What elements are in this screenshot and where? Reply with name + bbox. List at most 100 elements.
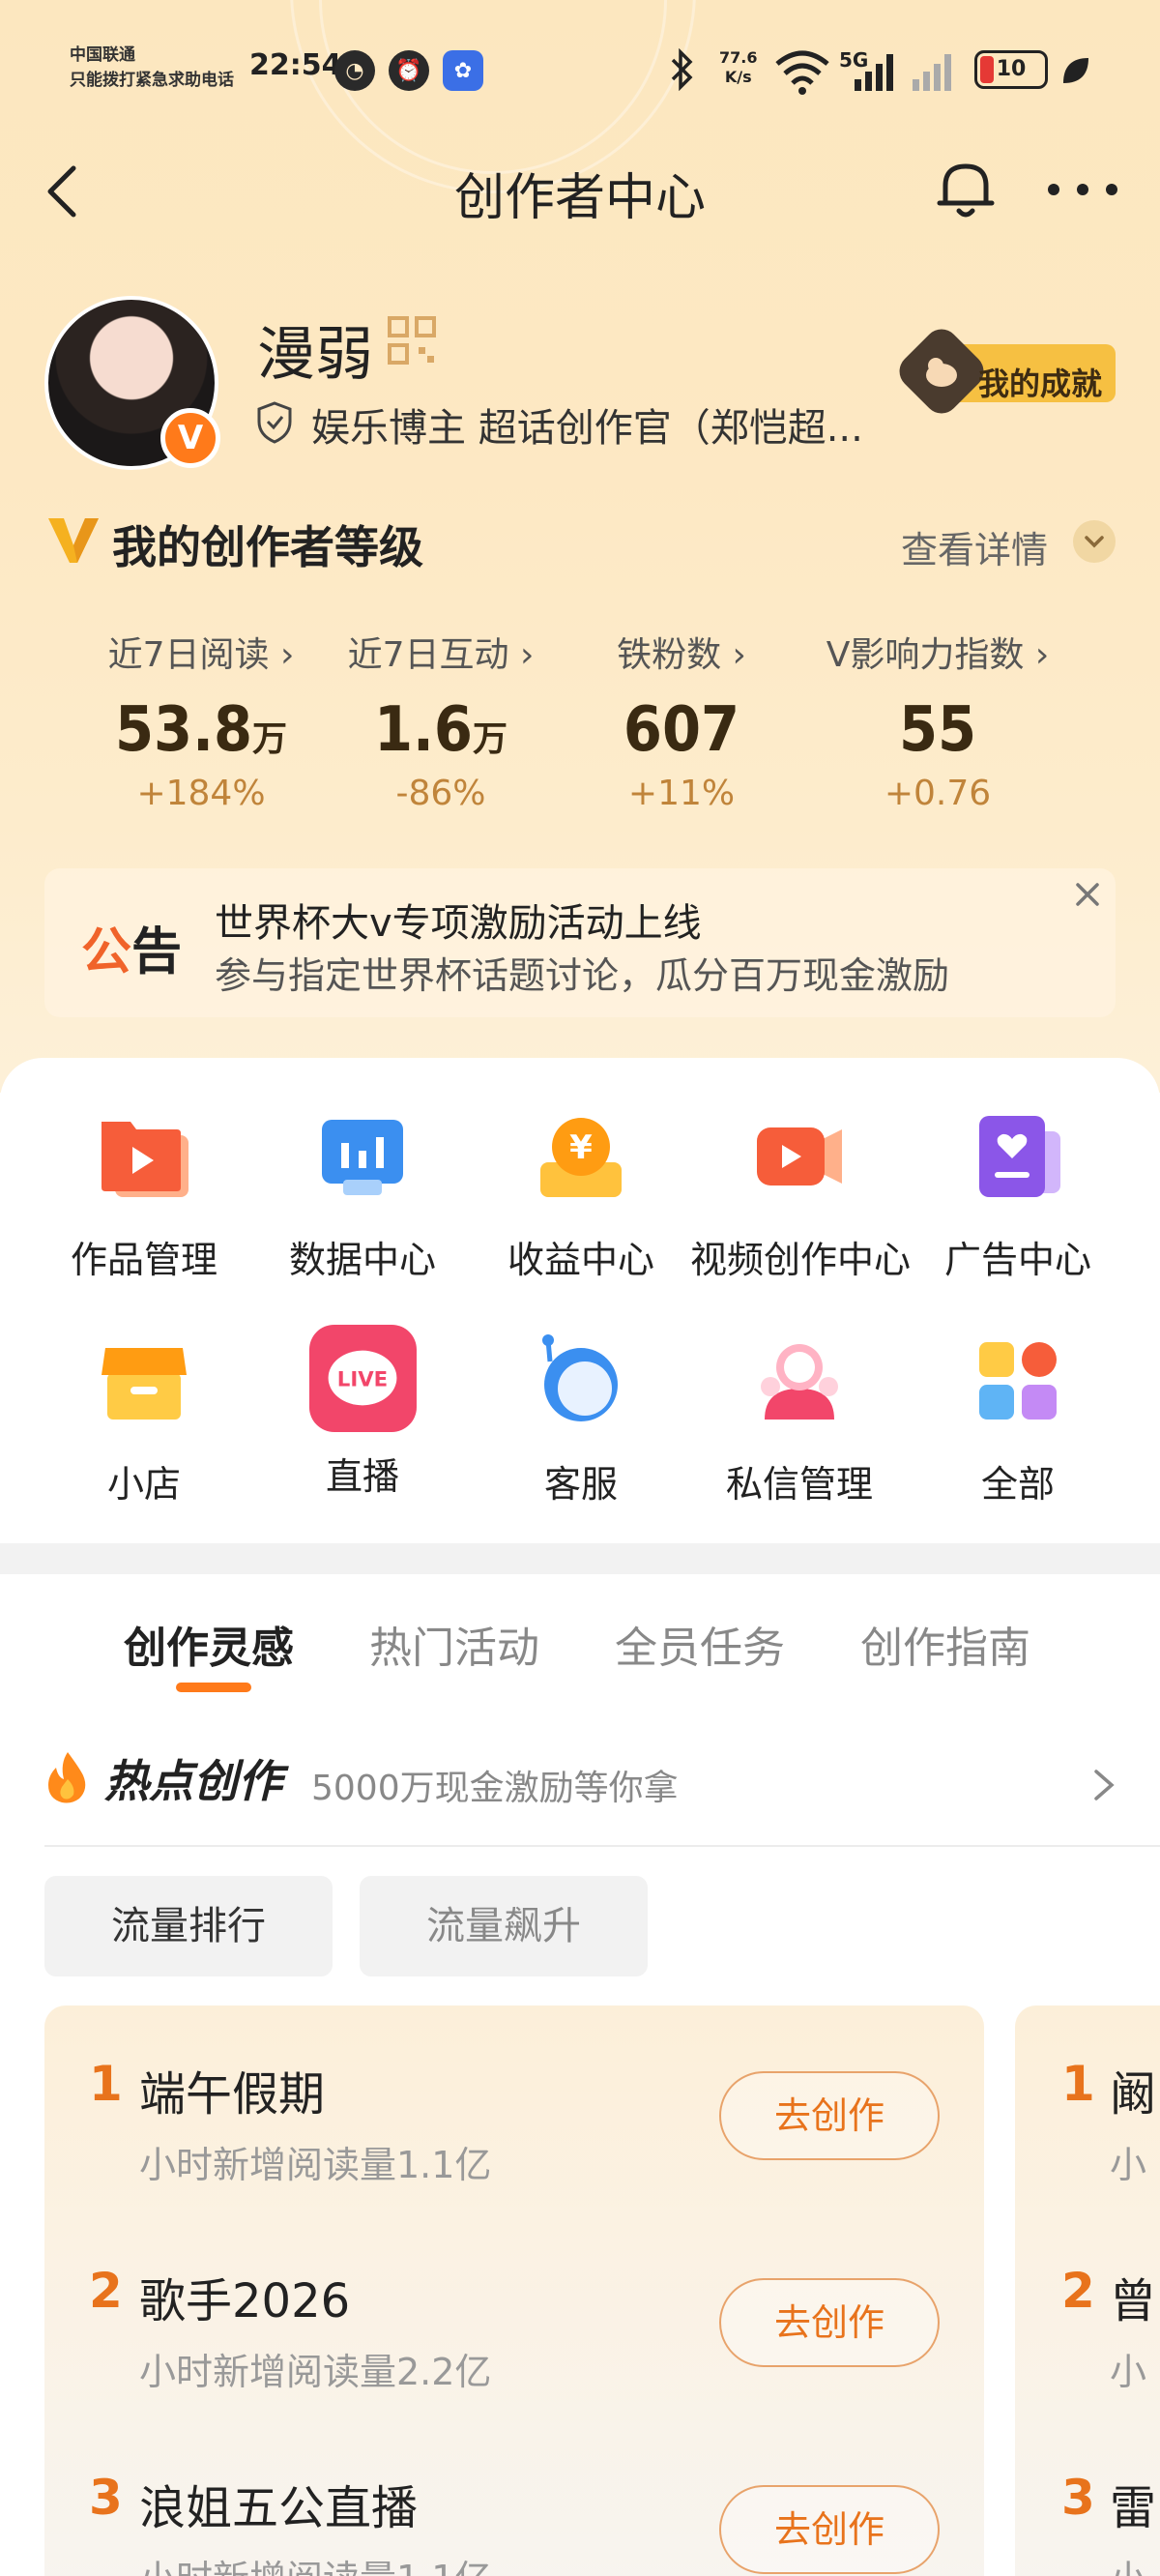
rank-number: 3 <box>1061 2470 1095 2526</box>
net-speed: 77.6 K/s <box>719 48 758 86</box>
announcement-title: 世界杯大v专项激励活动上线 <box>215 901 702 946</box>
hot-creation-title: 热点创作 <box>104 1755 282 1807</box>
tool-message-management[interactable]: 私信管理 <box>690 1332 909 1508</box>
tool-video-creation-center[interactable]: 视频创作中心 <box>690 1108 911 1283</box>
battery-level: 10 <box>996 57 1027 81</box>
headset-icon <box>542 1334 618 1421</box>
tab-all-member-tasks[interactable]: 全员任务 <box>615 1613 785 1675</box>
shield-icon <box>257 401 292 444</box>
more-options-icon[interactable] <box>1044 180 1121 199</box>
carrier-name: 中国联通 <box>70 45 135 65</box>
tool-works-management[interactable]: 作品管理 <box>35 1108 253 1283</box>
rank-number: 2 <box>89 2263 123 2319</box>
rank-topic-stats: 小时新增阅读量2.2亿 <box>139 2351 492 2393</box>
close-icon[interactable] <box>1073 880 1102 909</box>
tool-shop[interactable]: 小店 <box>35 1332 253 1508</box>
rank-topic-stats: 小时新增阅读量1.1亿 <box>139 2144 492 2186</box>
bell-icon[interactable] <box>934 155 998 222</box>
view-details-link[interactable]: 查看详情 <box>901 520 1048 573</box>
fire-icon <box>48 1752 86 1803</box>
tool-all[interactable]: 全部 <box>909 1332 1127 1508</box>
chip-traffic-surge[interactable]: 流量飙升 <box>360 1876 648 1976</box>
chevron-right-icon[interactable] <box>1090 1766 1117 1804</box>
alarm-icon: ⏰ <box>389 50 429 91</box>
rank-topic-title[interactable]: 浪姐五公直播 <box>139 2470 418 2537</box>
divider <box>44 1845 1160 1847</box>
tab-hot-activities[interactable]: 热门活动 <box>369 1613 539 1675</box>
stat-change: +11% <box>627 774 736 813</box>
user-tags[interactable]: 娱乐博主 超话创作官（郑恺超... <box>311 396 863 453</box>
status-time: 22:54 <box>249 48 342 82</box>
tool-revenue-center[interactable]: ¥ 收益中心 <box>472 1108 690 1283</box>
tool-ad-center[interactable]: 广告中心 <box>909 1108 1127 1283</box>
announcement-tag: 公告 <box>81 923 183 981</box>
rank-topic-title[interactable]: 雷 <box>1110 2470 1156 2537</box>
rank-number: 3 <box>89 2470 123 2526</box>
chip-traffic-ranking[interactable]: 流量排行 <box>44 1876 333 1976</box>
shop-icon <box>102 1348 187 1420</box>
chevron-right-icon: › <box>279 635 295 675</box>
username[interactable]: 漫弱 <box>257 307 373 392</box>
carrier-info: 中国联通 只能拨打紧急求助电话 <box>70 43 234 93</box>
play-folder-icon <box>102 1122 188 1197</box>
achievement-label: 我的成就 <box>978 366 1103 402</box>
stat-change: +184% <box>136 774 266 813</box>
stat-influence-index[interactable]: V影响力指数 › 55 +0.76 <box>802 627 1073 813</box>
verified-badge: V <box>160 408 220 468</box>
user-chat-icon <box>761 1344 838 1420</box>
grid-apps-icon <box>979 1342 1057 1420</box>
app-badge-icon: ✿ <box>443 50 483 91</box>
stat-change: -86% <box>395 774 486 813</box>
tab-creative-inspiration[interactable]: 创作灵感 <box>124 1613 294 1675</box>
battery-icon: 10 <box>974 50 1048 89</box>
creator-level-title: 我的创作者等级 <box>112 521 423 573</box>
stat-change: +0.76 <box>884 774 992 813</box>
tool-data-center[interactable]: 数据中心 <box>253 1108 472 1283</box>
rank-topic-title[interactable]: 端午假期 <box>139 2056 325 2123</box>
stat-weekly-interactions[interactable]: 近7日互动 › 1.6万 -86% <box>325 627 557 813</box>
rank-topic-stats: 小 <box>1110 2144 1147 2186</box>
go-create-button[interactable]: 去创作 <box>719 2278 940 2367</box>
wifi-icon <box>775 50 829 95</box>
qr-code-icon[interactable] <box>387 315 437 366</box>
section-divider <box>0 1543 1160 1574</box>
chevron-right-icon: › <box>732 635 746 675</box>
tool-customer-service[interactable]: 客服 <box>472 1332 690 1508</box>
live-icon: LIVE <box>308 1324 417 1432</box>
app-notification-icon: ◔ <box>334 50 375 91</box>
rank-topic-title[interactable]: 阚 <box>1110 2056 1156 2123</box>
rank-topic-stats: 小 <box>1110 2549 1146 2576</box>
signal-bars-icon <box>855 54 893 91</box>
signal-bars-empty-icon <box>913 54 951 91</box>
rank-topic-stats: 小 <box>1110 2351 1147 2393</box>
bluetooth-icon <box>671 48 693 91</box>
stat-iron-fans[interactable]: 铁粉数 › 607 +11% <box>570 627 793 813</box>
rank-topic-title[interactable]: 曾 <box>1110 2263 1156 2330</box>
hot-creation-subtitle: 5000万现金激励等你拿 <box>311 1769 679 1808</box>
coin-icon: ¥ <box>540 1118 622 1197</box>
announcement-subtitle: 参与指定世界杯话题讨论，瓜分百万现金激励 <box>215 954 950 997</box>
leaf-icon <box>1063 58 1088 83</box>
rank-number: 1 <box>89 2056 123 2112</box>
chart-monitor-icon <box>322 1120 403 1195</box>
stat-weekly-reads[interactable]: 近7日阅读 › 53.8万 +184% <box>85 627 317 813</box>
tab-creation-guide[interactable]: 创作指南 <box>860 1613 1030 1675</box>
go-create-button[interactable]: 去创作 <box>719 2485 940 2574</box>
rank-topic-title[interactable]: 歌手2026 <box>139 2263 350 2330</box>
creator-level-v-icon <box>48 518 99 563</box>
chevron-right-icon: › <box>519 635 535 675</box>
tool-live[interactable]: LIVE 直播 <box>253 1324 472 1500</box>
video-camera-icon <box>757 1127 842 1186</box>
active-tab-indicator <box>176 1683 251 1692</box>
rank-topic-stats: 小时新增阅读量1.1亿 <box>139 2549 491 2576</box>
yuan-symbol: ¥ <box>569 1128 593 1167</box>
carrier-emergency-note: 只能拨打紧急求助电话 <box>70 71 234 90</box>
go-create-button[interactable]: 去创作 <box>719 2071 940 2160</box>
chevron-down-icon[interactable] <box>1073 520 1116 563</box>
live-icon-text: LIVE <box>337 1367 388 1391</box>
rank-number: 1 <box>1061 2056 1095 2112</box>
trophy-bird-icon <box>926 358 957 387</box>
heart-card-icon <box>979 1116 1060 1197</box>
chevron-right-icon: › <box>1034 635 1050 675</box>
rank-number: 2 <box>1061 2263 1095 2319</box>
